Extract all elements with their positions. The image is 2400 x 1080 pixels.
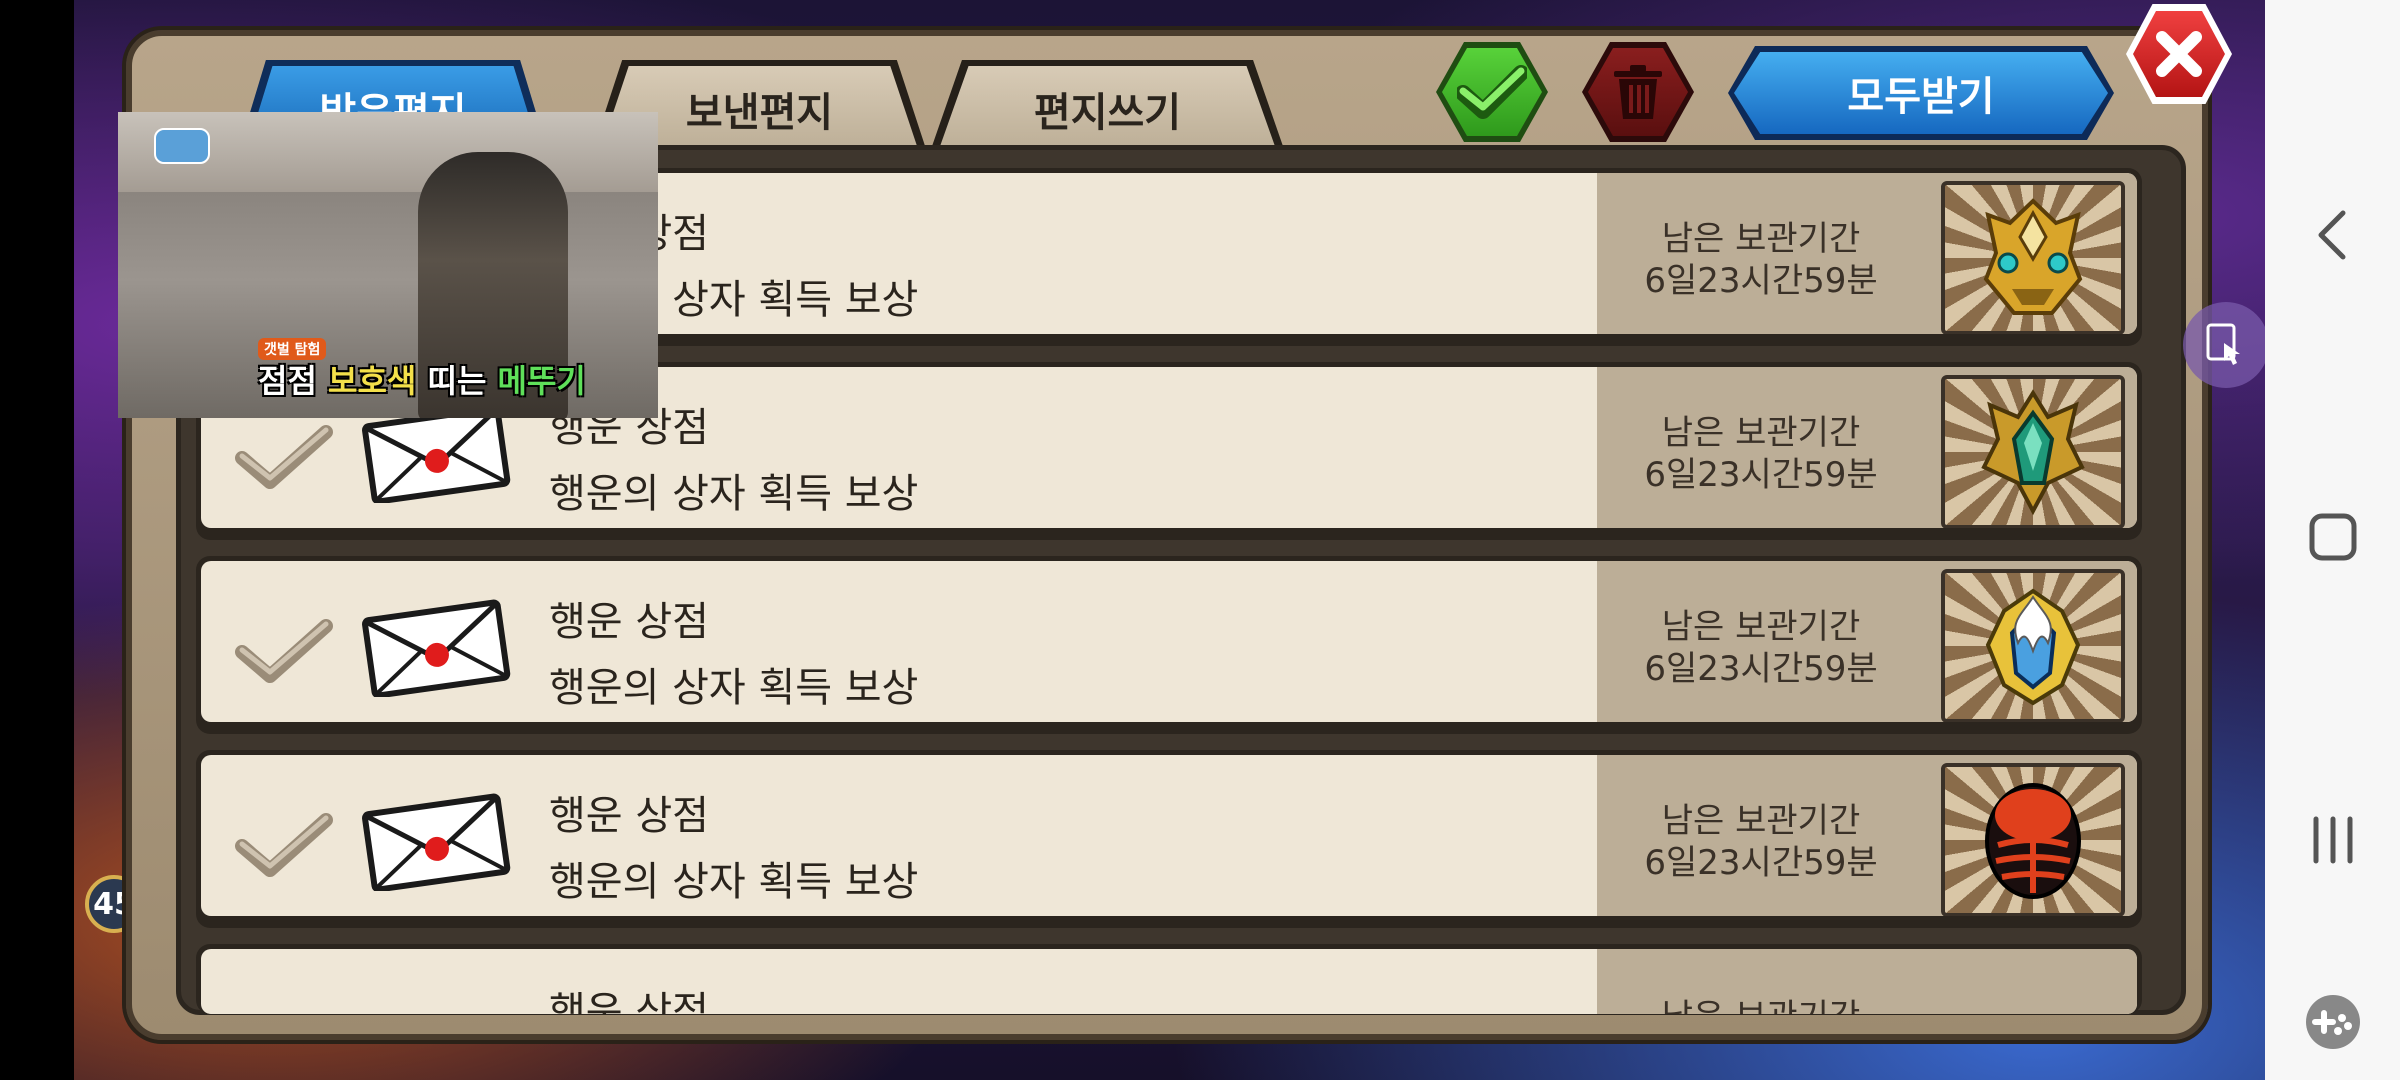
mail-row[interactable]: 행운 상점 행운의 상자 획득 보상 남은 보관기간 6일23시간59분 xyxy=(196,556,2142,734)
home-button[interactable] xyxy=(2293,497,2373,577)
red-black-egg-icon xyxy=(1985,783,2081,899)
mail-subtitle: 행운의 상자 획득 보상 xyxy=(549,665,919,711)
reward-item[interactable] xyxy=(1941,375,2125,528)
caption-text: 띠는 xyxy=(416,362,498,400)
mail-checkbox-icon[interactable] xyxy=(234,422,334,492)
left-letterbox xyxy=(0,0,74,1080)
tab-sent-label: 보낸편지 xyxy=(685,90,834,136)
white-flame-crest-icon xyxy=(1985,588,2081,706)
golden-helmet-icon xyxy=(1983,198,2083,315)
mail-title: 행운 상점 xyxy=(549,793,709,839)
envelope-icon xyxy=(362,793,511,891)
reward-item[interactable] xyxy=(1941,763,2125,916)
video-overlay[interactable]: 갯벌 탐험 점점 보호색 띠는 메뚜기 xyxy=(118,112,658,418)
tab-write-label: 편지쓰기 xyxy=(1033,90,1182,136)
receive-all-button[interactable]: 모두받기 xyxy=(1728,46,2114,140)
back-button[interactable] xyxy=(2293,195,2373,275)
expire-label: 남은 보관기간 xyxy=(1597,989,1925,1014)
expire-value: 6일23시간59분 xyxy=(1644,843,1878,883)
emerald-crest-icon xyxy=(1981,389,2085,516)
mail-title: 행운 상점 xyxy=(549,989,709,1014)
game-tools-button[interactable] xyxy=(2293,982,2373,1062)
caption-text: 점점 xyxy=(258,362,329,400)
screen-touch-icon xyxy=(2206,323,2240,365)
caption-highlight: 메뚜기 xyxy=(497,362,586,400)
reward-item[interactable] xyxy=(1941,181,2125,334)
trash-icon xyxy=(1614,65,1662,119)
mail-row[interactable]: 행운 상점 남은 보관기간 xyxy=(196,944,2142,1014)
envelope-icon xyxy=(362,599,511,697)
mail-expire-panel: 남은 보관기간 6일23시간59분 xyxy=(1597,367,2137,528)
broadcaster-logo xyxy=(154,128,210,164)
check-icon xyxy=(1457,65,1527,119)
video-caption: 점점 보호색 띠는 메뚜기 xyxy=(258,356,586,402)
mail-checkbox-icon[interactable] xyxy=(234,810,334,880)
tab-write-mail[interactable]: 편지쓰기 xyxy=(930,60,1285,152)
floating-tool-button[interactable] xyxy=(2183,302,2269,388)
home-icon xyxy=(2309,513,2357,561)
envelope-icon xyxy=(362,405,511,503)
mail-expire-panel: 남은 보관기간 6일23시간59분 xyxy=(1597,173,2137,334)
mail-checkbox-icon[interactable] xyxy=(234,616,334,686)
mail-title: 행운 상점 xyxy=(549,599,709,645)
expire-value: 6일23시간59분 xyxy=(1644,649,1878,689)
recent-apps-icon xyxy=(2313,816,2353,864)
caption-highlight: 보호색 xyxy=(328,362,417,400)
mail-expire-panel: 남은 보관기간 6일23시간59분 xyxy=(1597,755,2137,916)
mail-row[interactable]: 행운 상점 행운의 상자 획득 보상 남은 보관기간 6일23시간59분 xyxy=(196,750,2142,928)
receive-all-label: 모두받기 xyxy=(1847,74,1995,120)
game-controller-icon xyxy=(2306,995,2360,1049)
android-nav-bar xyxy=(2265,0,2400,1080)
mail-subtitle: 행운의 상자 획득 보상 xyxy=(549,471,919,517)
back-chevron-icon xyxy=(2318,210,2346,260)
expire-value: 6일23시간59분 xyxy=(1644,261,1878,301)
expire-value: 6일23시간59분 xyxy=(1644,455,1878,495)
mail-subtitle: 행운의 상자 획득 보상 xyxy=(549,859,919,905)
close-icon xyxy=(2156,31,2202,77)
mail-expire-panel: 남은 보관기간 xyxy=(1597,949,2137,1014)
mail-expire-panel: 남은 보관기간 6일23시간59분 xyxy=(1597,561,2137,722)
reward-item[interactable] xyxy=(1941,569,2125,722)
recent-apps-button[interactable] xyxy=(2293,800,2373,880)
